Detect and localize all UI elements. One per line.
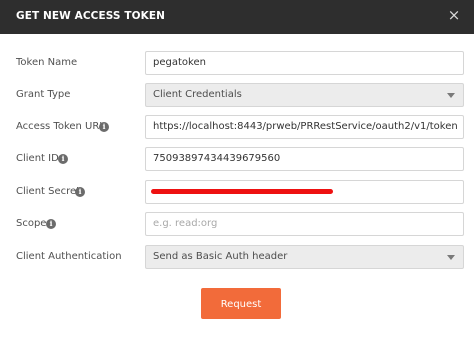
client-id-label: Client ID <box>16 153 59 164</box>
request-token-button[interactable]: Request Token <box>201 288 281 341</box>
grant-type-value: Client Credentials <box>153 89 242 100</box>
client-id-row: Client ID i 75093897434439679560 <box>0 147 474 173</box>
info-icon[interactable]: i <box>99 122 109 132</box>
grant-type-row: Grant Type Client Credentials <box>0 83 474 109</box>
client-authentication-label: Client Authentication <box>16 251 122 262</box>
info-icon[interactable]: i <box>58 154 68 164</box>
scope-input[interactable]: e.g. read:org <box>145 212 464 236</box>
client-secret-input[interactable] <box>145 180 464 204</box>
access-token-url-label: Access Token URL <box>16 121 105 132</box>
grant-type-label: Grant Type <box>16 89 71 100</box>
close-icon[interactable]: × <box>446 6 462 24</box>
client-authentication-row: Client Authentication Send as Basic Auth… <box>0 245 474 271</box>
access-token-url-input[interactable]: https://localhost:8443/prweb/PRRestServi… <box>145 115 464 139</box>
info-icon[interactable]: i <box>75 187 85 197</box>
client-secret-label: Client Secret <box>16 186 81 197</box>
client-secret-row: Client Secret i <box>0 180 474 206</box>
client-authentication-select[interactable]: Send as Basic Auth header <box>145 245 464 269</box>
chevron-down-icon <box>447 255 455 260</box>
scope-label: Scope <box>16 218 47 229</box>
scope-row: Scope i e.g. read:org <box>0 212 474 238</box>
token-name-label: Token Name <box>16 57 78 68</box>
info-icon[interactable]: i <box>46 219 56 229</box>
access-token-url-row: Access Token URL i https://localhost:844… <box>0 115 474 141</box>
redaction-mark <box>151 189 333 194</box>
client-id-input[interactable]: 75093897434439679560 <box>145 147 464 171</box>
dialog-title: GET NEW ACCESS TOKEN <box>16 10 166 22</box>
client-authentication-value: Send as Basic Auth header <box>153 251 288 262</box>
chevron-down-icon <box>447 93 455 98</box>
dialog-titlebar: GET NEW ACCESS TOKEN × <box>0 0 474 34</box>
token-name-row: Token Name pegatoken <box>0 51 474 77</box>
token-name-input[interactable]: pegatoken <box>145 51 464 75</box>
grant-type-select[interactable]: Client Credentials <box>145 83 464 107</box>
